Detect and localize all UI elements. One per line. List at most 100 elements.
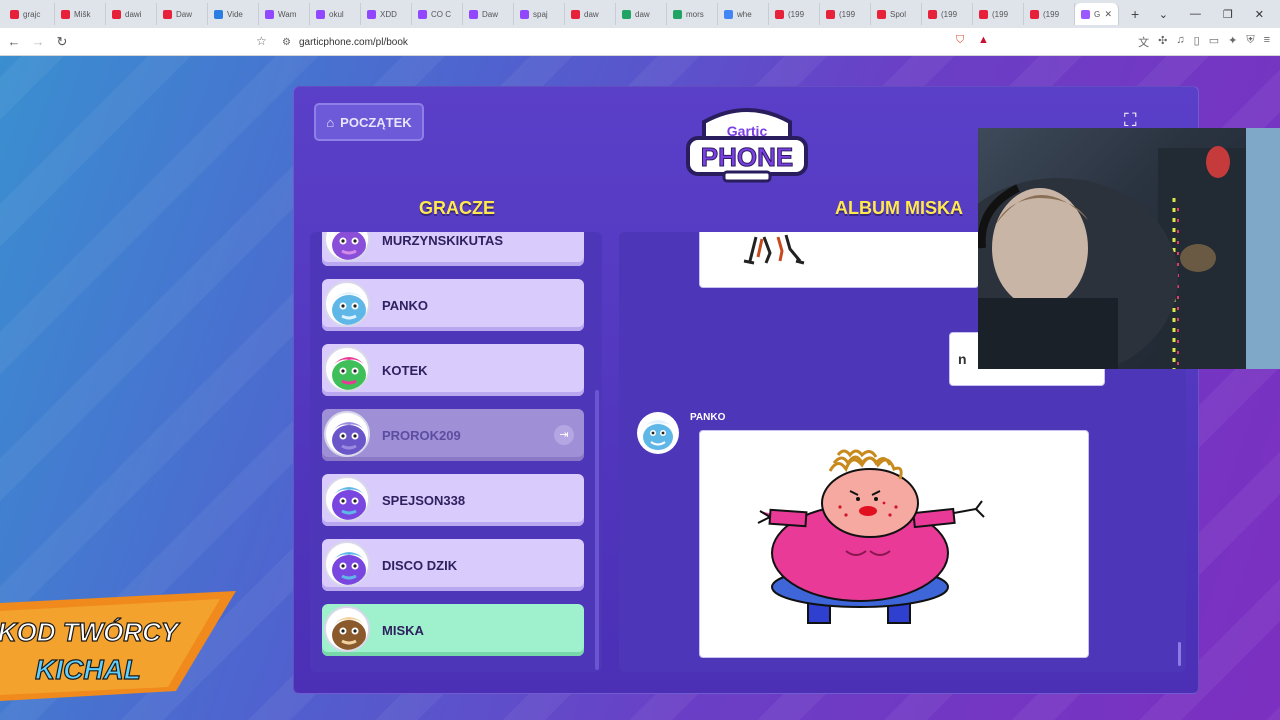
logo-top-text: Gartic: [727, 123, 768, 139]
tab-label: daw: [635, 9, 650, 19]
url-text: garticphone.com/pl/book: [298, 36, 408, 48]
browser-tab[interactable]: spaj: [514, 3, 565, 25]
menu-icon[interactable]: ≡: [1264, 34, 1270, 50]
drawing: [757, 449, 985, 624]
url-field[interactable]: ⚙ garticphone.com/pl/book: [282, 33, 408, 51]
browser-tab[interactable]: grajc: [4, 3, 55, 25]
tab-favicon-icon: [673, 9, 682, 19]
author-avatar: [637, 412, 679, 454]
tab-favicon-icon: [10, 9, 19, 19]
bookmark-icon[interactable]: ☆: [256, 34, 267, 48]
browser-tab[interactable]: daw: [616, 3, 667, 25]
fullscreen-icon[interactable]: ⛶: [1124, 110, 1137, 131]
brave-shield-icon[interactable]: ⛉: [956, 34, 964, 47]
tab-favicon-icon: [367, 9, 376, 19]
active-browser-tab[interactable]: G ✕: [1075, 3, 1119, 25]
browser-tab[interactable]: (199: [973, 3, 1024, 25]
tab-label: spaj: [533, 9, 548, 19]
browser-tab[interactable]: Vide: [208, 3, 259, 25]
browser-tab[interactable]: okul: [310, 3, 361, 25]
player-card[interactable]: PANKO: [322, 279, 584, 331]
browser-tab[interactable]: (199: [922, 3, 973, 25]
translate-icon[interactable]: 文: [1138, 34, 1149, 50]
close-tab-icon[interactable]: ✕: [1104, 9, 1112, 20]
player-avatar: [324, 476, 370, 522]
tab-favicon-icon: [418, 9, 427, 19]
streamer-image: [978, 128, 1280, 369]
game-page: ⌂ POCZĄTEK Gartic PHONE GRACZE ALBUM MIS…: [0, 56, 1280, 720]
browser-tab[interactable]: dawi: [106, 3, 157, 25]
player-avatar: [324, 232, 370, 262]
tab-favicon-icon: [622, 9, 631, 19]
player-name: PANKO: [382, 297, 428, 313]
player-card[interactable]: MISKA: [322, 604, 584, 656]
reload-icon[interactable]: ↻: [52, 34, 72, 50]
browser-tab[interactable]: Spol: [871, 3, 922, 25]
tab-favicon-icon: [520, 9, 529, 19]
album-scrollbar[interactable]: [1178, 642, 1181, 666]
forward-icon[interactable]: →: [28, 34, 48, 49]
tab-favicon-icon: [112, 9, 121, 19]
players-scrollbar[interactable]: [595, 390, 599, 670]
tab-favicon-icon: [1030, 9, 1039, 19]
browser-tab[interactable]: whe: [718, 3, 769, 25]
player-card[interactable]: MURZYNSKIKUTAS: [322, 232, 584, 266]
new-tab-icon[interactable]: +: [1131, 6, 1139, 22]
player-card[interactable]: KOTEK: [322, 344, 584, 396]
extensions-icon[interactable]: ✣: [1158, 34, 1167, 50]
player-card[interactable]: PROROK209 ⇥: [322, 409, 584, 461]
player-card[interactable]: DISCO DZIK: [322, 539, 584, 591]
site-info-icon[interactable]: ⚙: [282, 37, 291, 48]
leo-icon[interactable]: ✦: [1228, 34, 1237, 50]
browser-tab[interactable]: daw: [565, 3, 616, 25]
tab-favicon-icon: [724, 9, 733, 19]
tab-label: Wam: [278, 9, 297, 19]
tab-label: (199: [839, 9, 856, 19]
minimize-icon[interactable]: —: [1190, 8, 1201, 20]
player-avatar: [324, 346, 370, 392]
previous-drawing: [743, 234, 805, 265]
vpn-icon[interactable]: ⛨: [1246, 34, 1254, 50]
player-avatar: [324, 541, 370, 587]
extensions-area: 文 ✣ ♫ ▯ ▭ ✦ ⛨ ≡: [1138, 34, 1270, 50]
tab-search-icon[interactable]: ⌄: [1159, 8, 1168, 21]
wallet-icon[interactable]: ▭: [1209, 34, 1219, 50]
browser-tab[interactable]: mors: [667, 3, 718, 25]
player-card[interactable]: SPEJSON338: [322, 474, 584, 526]
browser-tab[interactable]: Daw: [463, 3, 514, 25]
browser-tab[interactable]: (199: [769, 3, 820, 25]
tab-favicon-icon: [928, 9, 937, 19]
back-icon[interactable]: ←: [4, 34, 24, 49]
tab-label: Daw: [176, 9, 193, 19]
browser-tab[interactable]: (199: [820, 3, 871, 25]
browser-tab[interactable]: CO C: [412, 3, 463, 25]
tab-favicon-icon: [163, 9, 172, 19]
close-window-icon[interactable]: ✕: [1255, 8, 1264, 21]
creator-code-promo: KOD TWÓRCY KICHAL: [0, 591, 240, 701]
drawing-card: [699, 430, 1089, 658]
tab-favicon-icon: [571, 9, 580, 19]
tab-favicon-icon: [826, 9, 835, 19]
home-button[interactable]: ⌂ POCZĄTEK: [314, 103, 424, 141]
tab-label: grajc: [23, 9, 41, 19]
album-title: ALBUM MISKA: [835, 198, 963, 218]
browser-tab[interactable]: Daw: [157, 3, 208, 25]
players-list[interactable]: MURZYNSKIKUTAS PANKO KOTEK PROROK209 ⇥ SPEJSO…: [310, 232, 602, 672]
warning-icon[interactable]: ▲: [978, 34, 989, 46]
restore-icon[interactable]: ❐: [1223, 8, 1233, 21]
tab-label: whe: [737, 9, 752, 19]
media-icon[interactable]: ♫: [1176, 34, 1184, 50]
player-name: KOTEK: [382, 362, 428, 378]
tab-favicon-icon: [1081, 9, 1090, 19]
sidebar-icon[interactable]: ▯: [1194, 34, 1200, 50]
browser-tab[interactable]: Wam: [259, 3, 310, 25]
browser-tab[interactable]: (199: [1024, 3, 1075, 25]
browser-tab[interactable]: XDD: [361, 3, 412, 25]
promo-line1: KOD TWÓRCY: [0, 617, 181, 647]
tab-label: Mišk: [74, 9, 91, 19]
tab-label: (199: [788, 9, 805, 19]
tab-label: CO C: [431, 9, 451, 19]
tab-label: Vide: [227, 9, 243, 19]
tab-favicon-icon: [775, 9, 784, 19]
browser-tab[interactable]: Mišk: [55, 3, 106, 25]
